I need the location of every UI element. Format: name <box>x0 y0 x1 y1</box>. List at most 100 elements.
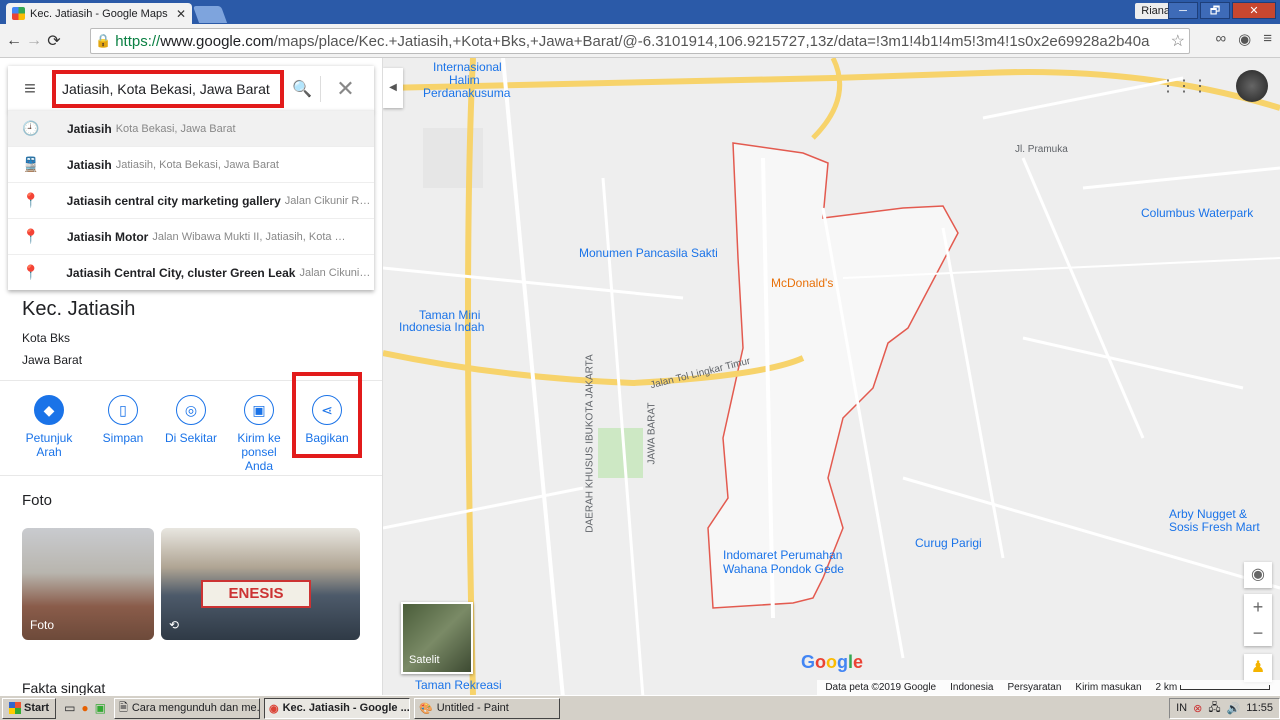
apps-grid-icon[interactable]: ⋮⋮⋮ <box>1160 76 1208 96</box>
map-label[interactable]: McDonald's <box>771 276 833 290</box>
map-label[interactable]: Indonesia Indah <box>399 320 484 334</box>
my-location-icon[interactable]: ◉ <box>1244 562 1272 588</box>
clear-search-icon[interactable]: ✕ <box>320 76 370 102</box>
map-roads <box>383 58 1280 695</box>
firefox-icon[interactable]: ● <box>81 701 88 715</box>
paint-icon: 🎨 <box>419 702 433 715</box>
window-controls: ─ 🗗 ✕ <box>1168 2 1276 19</box>
map-label: DAERAH KHUSUS IBUKOTA JAKARTA <box>584 354 596 533</box>
forward-arrow-icon[interactable]: → <box>24 32 44 50</box>
document-icon: 🗎 <box>119 701 128 714</box>
suggestion-subtitle: Jalan Wibawa Mukti II, Jatiasih, Kota Be… <box>152 230 353 243</box>
suggestion-item[interactable]: 🚆 Jatiasih Jatiasih, Kota Bekasi, Jawa B… <box>8 146 374 182</box>
address-bar[interactable]: 🔒 https:// www.google.com /maps/place/Ke… <box>90 28 1190 54</box>
taskbar-item[interactable]: 🎨 Untitled - Paint <box>414 697 560 719</box>
google-maps-favicon-icon <box>12 7 25 20</box>
map-label[interactable]: Internasional <box>433 60 502 74</box>
clock[interactable]: 11:55 <box>1246 702 1273 714</box>
map-label[interactable]: Monumen Pancasila Sakti <box>579 246 718 260</box>
show-desktop-icon[interactable]: ▭ <box>64 701 75 715</box>
network-icon[interactable]: 🖧 <box>1208 699 1220 718</box>
map-label[interactable]: Halim <box>449 73 480 87</box>
google-logo: Google <box>801 652 864 672</box>
send-to-phone-button[interactable]: ▣ Kirim ke ponsel Anda <box>226 395 292 473</box>
new-tab-button[interactable] <box>192 6 228 23</box>
suggestion-subtitle: Jalan Cikunir ... <box>299 266 374 279</box>
street-view-360-icon: ⟲ <box>169 618 180 632</box>
map-label[interactable]: Taman Rekreasi <box>415 678 502 692</box>
suggestion-subtitle: Jalan Cikunir Ra... <box>284 194 374 207</box>
photo-thumbnail[interactable]: Foto <box>22 528 154 640</box>
back-arrow-icon[interactable]: ← <box>4 32 24 50</box>
suggestion-subtitle: Kota Bekasi, Jawa Barat <box>115 122 236 135</box>
windows-taskbar: Start ▭ ● ▣ 🗎 Cara mengunduh dan me... ◉ K… <box>0 695 1280 720</box>
volume-icon[interactable]: 🔊 <box>1227 702 1241 715</box>
map-label[interactable]: Sosis Fresh Mart <box>1169 520 1260 534</box>
zoom-in-button[interactable]: + <box>1244 594 1272 620</box>
terms-link[interactable]: Persyaratan <box>1007 682 1061 693</box>
directions-button[interactable]: ◆ Petunjuk Arah <box>16 395 82 459</box>
street-view-thumbnail[interactable]: ENESIS ⟲ <box>161 528 360 640</box>
map-label[interactable]: Curug Parigi <box>915 536 982 550</box>
map-data-credit: Data peta ©2019 Google <box>825 682 937 693</box>
scale-label: 2 km <box>1155 682 1178 693</box>
media-icon[interactable]: ▣ <box>95 701 106 715</box>
map-label: JAWA BARAT <box>646 402 658 465</box>
suggestions-list: 🕘 Jatiasih Kota Bekasi, Jawa Barat 🚆 Jat… <box>8 110 374 290</box>
maximize-button[interactable]: 🗗 <box>1200 2 1230 19</box>
satellite-toggle[interactable]: Satelit <box>401 602 473 674</box>
quick-launch: ▭ ● ▣ <box>64 701 106 715</box>
satellite-label: Satelit <box>409 654 440 666</box>
search-input[interactable]: Jatiasih, Kota Bekasi, Jawa Barat <box>52 70 284 108</box>
suggestion-title: Jatiasih Central City, cluster Green Lea… <box>66 265 296 280</box>
map-label[interactable]: Arby Nugget & <box>1169 507 1247 521</box>
start-button[interactable]: Start <box>2 697 57 719</box>
share-highlight-box <box>292 372 362 458</box>
search-box: ≡ Jatiasih, Kota Bekasi, Jawa Barat 🔍 ✕ <box>8 66 374 112</box>
map-label[interactable]: Columbus Waterpark <box>1141 206 1253 220</box>
save-button[interactable]: ▯ Simpan <box>90 395 156 445</box>
taskbar-item[interactable]: ◉ Kec. Jatiasih - Google ... <box>264 697 410 719</box>
pin-icon: 📍 <box>22 228 40 244</box>
avatar[interactable] <box>1236 70 1268 102</box>
zoom-out-button[interactable]: − <box>1244 620 1272 646</box>
reload-icon[interactable]: ⟳ <box>44 31 64 51</box>
action-label: Arah <box>36 445 62 459</box>
map-label[interactable]: Indomaret Perumahan <box>723 548 842 562</box>
action-label: Kirim ke <box>237 431 281 445</box>
map-canvas[interactable]: ◀ Internasional Halim Perdanakusuma Monu… <box>383 58 1280 695</box>
language-indicator[interactable]: IN <box>1176 702 1187 714</box>
minimize-button[interactable]: ─ <box>1168 2 1198 19</box>
suggestion-item[interactable]: 📍 Jatiasih central city marketing galler… <box>8 182 374 218</box>
directions-icon: ◆ <box>34 395 64 425</box>
close-window-button[interactable]: ✕ <box>1232 2 1276 19</box>
bookmark-star-icon[interactable]: ☆ <box>1171 31 1185 51</box>
map-label[interactable]: Perdanakusuma <box>423 86 510 100</box>
taskbar-item[interactable]: 🗎 Cara mengunduh dan me... <box>114 697 260 719</box>
hamburger-menu-icon[interactable]: ≡ <box>8 78 52 101</box>
pin-icon: 📍 <box>22 264 40 280</box>
tab-close-icon[interactable]: ✕ <box>176 7 186 21</box>
url-path: /maps/place/Kec.+Jatiasih,+Kota+Bks,+Jaw… <box>273 32 1150 50</box>
country-link[interactable]: Indonesia <box>950 682 993 693</box>
nearby-button[interactable]: ◎ Di Sekitar <box>158 395 224 445</box>
pegman-icon[interactable]: ♟ <box>1244 654 1272 682</box>
extension-infinity-icon[interactable]: ∞ <box>1215 30 1226 48</box>
search-icon[interactable]: 🔍 <box>284 79 320 99</box>
collapse-panel-button[interactable]: ◀ <box>383 68 403 108</box>
extension-globe-icon[interactable]: ◉ <box>1238 30 1251 48</box>
taskbar-item-label: Untitled - Paint <box>436 702 509 714</box>
suggestion-item[interactable]: 🕘 Jatiasih Kota Bekasi, Jawa Barat <box>8 110 374 146</box>
system-tray: IN ⊗ 🖧 🔊 11:55 <box>1169 697 1280 719</box>
taskbar-item-label: Kec. Jatiasih - Google ... <box>282 702 410 714</box>
menu-icon[interactable]: ≡ <box>1263 30 1272 48</box>
map-label[interactable]: Wahana Pondok Gede <box>723 562 844 576</box>
browser-tab[interactable]: Kec. Jatiasih - Google Maps ✕ <box>6 3 192 24</box>
windows-flag-icon <box>9 702 21 714</box>
antivirus-icon[interactable]: ⊗ <box>1193 702 1202 715</box>
suggestion-item[interactable]: 📍 Jatiasih Motor Jalan Wibawa Mukti II, … <box>8 218 374 254</box>
bookmark-icon: ▯ <box>108 395 138 425</box>
suggestion-item[interactable]: 📍 Jatiasih Central City, cluster Green L… <box>8 254 374 290</box>
feedback-link[interactable]: Kirim masukan <box>1075 682 1141 693</box>
scale-bar[interactable]: 2 km <box>1156 682 1270 693</box>
